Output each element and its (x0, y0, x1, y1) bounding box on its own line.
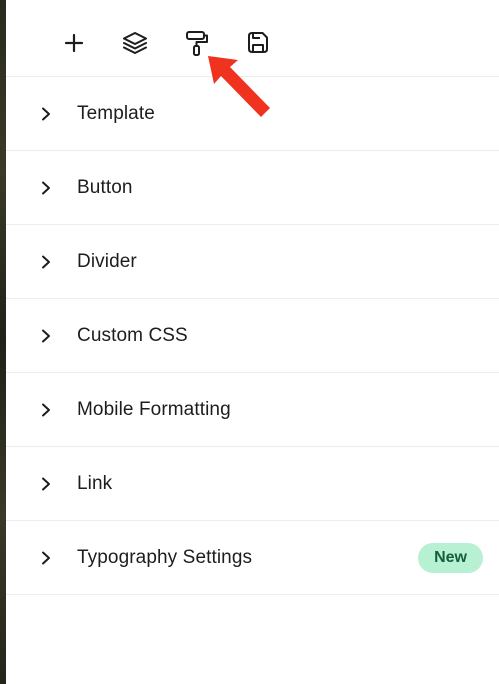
section-divider[interactable]: Divider (6, 225, 499, 299)
section-list: Template Button Divider Custom CSS Mobil… (6, 77, 499, 595)
layers-icon (123, 32, 147, 54)
section-link[interactable]: Link (6, 447, 499, 521)
paint-roller-icon (186, 31, 208, 56)
chevron-right-icon (42, 403, 50, 416)
editor-frame: Template Button Divider Custom CSS Mobil… (0, 0, 499, 684)
section-template[interactable]: Template (6, 77, 499, 151)
chevron-right-icon (42, 107, 50, 120)
chevron-right-icon (42, 329, 50, 342)
section-label: Mobile Formatting (77, 398, 231, 420)
section-label: Link (77, 472, 113, 494)
add-button[interactable] (59, 28, 89, 58)
save-icon (248, 32, 268, 53)
new-badge: New (418, 542, 483, 573)
settings-panel: Template Button Divider Custom CSS Mobil… (6, 10, 499, 684)
section-label: Divider (77, 250, 137, 272)
toolbar (6, 10, 499, 117)
section-label: Template (77, 102, 155, 124)
plus-icon (64, 33, 84, 53)
section-mobile-formatting[interactable]: Mobile Formatting (6, 373, 499, 447)
chevron-right-icon (42, 477, 50, 490)
section-button[interactable]: Button (6, 151, 499, 225)
section-label: Custom CSS (77, 324, 188, 346)
chevron-right-icon (42, 181, 50, 194)
style-button[interactable] (182, 28, 212, 58)
section-typography-settings[interactable]: Typography Settings New (6, 521, 499, 595)
chevron-right-icon (42, 255, 50, 268)
section-label: Button (77, 176, 133, 198)
section-custom-css[interactable]: Custom CSS (6, 299, 499, 373)
section-label: Typography Settings (77, 546, 253, 568)
save-button[interactable] (243, 28, 273, 58)
layers-button[interactable] (120, 28, 150, 58)
chevron-right-icon (42, 551, 50, 564)
